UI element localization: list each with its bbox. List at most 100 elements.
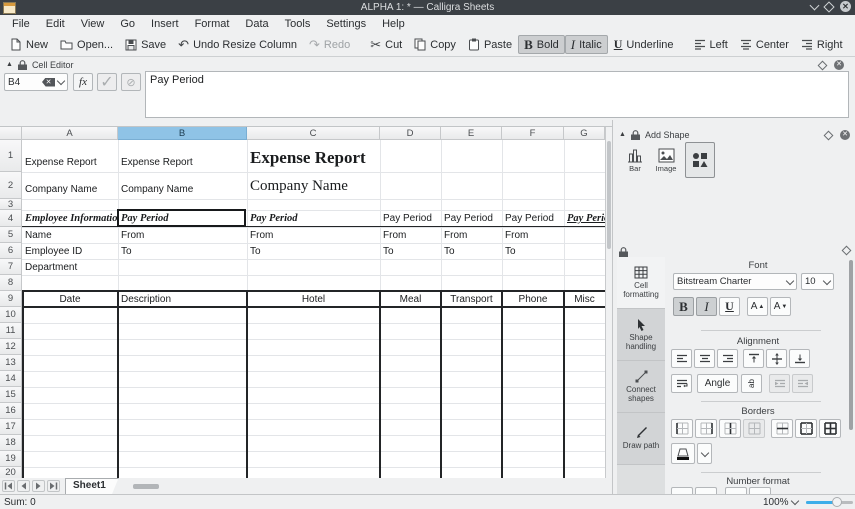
cell-B2[interactable]: Company Name [118,172,247,199]
collapse-icon[interactable]: ▲ [619,131,626,138]
row-header-8[interactable]: 8 [0,275,22,291]
number-format-button[interactable] [725,487,747,494]
add-image-button[interactable]: Image [651,144,681,176]
row-header-6[interactable]: 6 [0,243,22,259]
cell-B1[interactable]: Expense Report [118,140,247,172]
cell-E4[interactable]: Pay Period [441,210,502,227]
undo-button[interactable]: ↶ Undo Resize Column [172,35,303,54]
previous-sheet-button[interactable] [17,480,30,492]
cell-D4[interactable]: Pay Period [380,210,441,227]
menu-insert[interactable]: Insert [143,16,187,32]
row-header-7[interactable]: 7 [0,259,22,275]
row-header-3[interactable]: 3 [0,199,22,210]
font-family-combobox[interactable]: Bitstream Charter [673,273,797,290]
minimize-icon[interactable] [810,0,820,10]
copy-button[interactable]: Copy [408,35,462,54]
cell-A5[interactable]: Name [22,227,118,243]
border-left-button[interactable] [671,419,693,438]
cell-C9[interactable]: Hotel [247,291,380,307]
row-header-19[interactable]: 19 [0,451,22,467]
panel-italic-button[interactable]: I [696,297,717,316]
apply-button[interactable]: ✓ [97,73,117,91]
panel-underline-button[interactable]: U [719,297,740,316]
halign-right-button[interactable] [717,349,738,368]
cancel-button[interactable]: ⊘ [121,73,141,91]
panel-scrollbar-thumb[interactable] [849,260,853,430]
column-header-F[interactable]: F [502,127,564,140]
number-format-button[interactable] [671,487,693,494]
align-left-button[interactable]: Left [688,36,734,54]
cell-A7[interactable]: Department [22,259,118,275]
zoom-slider-handle[interactable] [832,497,842,507]
cell-C2[interactable]: Company Name [247,172,427,199]
cell-C4[interactable]: Pay Period [247,210,380,227]
angle-button[interactable]: Angle [697,374,738,393]
tab-shape-handling[interactable]: Shape handling [617,309,665,361]
column-header-A[interactable]: A [22,127,118,140]
shrink-font-button[interactable]: A▼ [770,297,791,316]
row-header-18[interactable]: 18 [0,435,22,451]
cell-C5[interactable]: From [247,227,380,243]
border-vertical-button[interactable] [719,419,741,438]
align-center-button[interactable]: Center [734,36,795,54]
border-right-button[interactable] [695,419,717,438]
menu-settings[interactable]: Settings [318,16,374,32]
menu-help[interactable]: Help [374,16,413,32]
tab-connect-shapes[interactable]: Connect shapes [617,361,665,413]
cell-C6[interactable]: To [247,243,380,259]
add-shape-header[interactable]: ▲ Add Shape ✕ [619,129,850,140]
next-sheet-button[interactable] [32,480,45,492]
number-format-button[interactable] [749,487,771,494]
tool-options-header[interactable] [619,246,850,257]
row-header-4[interactable]: 4 [0,210,22,227]
halign-center-button[interactable] [694,349,715,368]
redo-button[interactable]: ↷ Redo [303,35,356,54]
row-header-13[interactable]: 13 [0,355,22,371]
column-header-E[interactable]: E [441,127,502,140]
row-header-14[interactable]: 14 [0,371,22,387]
cell-E9[interactable]: Transport [441,291,502,307]
column-header-G[interactable]: G [564,127,605,140]
cell-editor-input[interactable]: Pay Period [145,71,849,118]
italic-button[interactable]: I Italic [565,35,608,54]
cell-A9[interactable]: Date [22,291,118,307]
cell-reference-combobox[interactable]: B4 ✕ [4,73,68,91]
menu-tools[interactable]: Tools [277,16,319,32]
cell-G9[interactable]: Misc [564,291,605,307]
cell-E5[interactable]: From [441,227,502,243]
panel-wrap-button[interactable] [671,374,692,393]
add-bar-chart-button[interactable]: Bar [621,144,649,176]
valign-bottom-button[interactable] [789,349,810,368]
cell-F9[interactable]: Phone [502,291,564,307]
float-docker-icon[interactable] [842,246,852,256]
menu-go[interactable]: Go [112,16,143,32]
bold-button[interactable]: B Bold [518,35,565,54]
row-header-16[interactable]: 16 [0,403,22,419]
row-header-1[interactable]: 1 [0,140,22,172]
row-header-5[interactable]: 5 [0,227,22,243]
float-docker-icon[interactable] [818,60,828,70]
new-button[interactable]: New [4,35,54,54]
open-button[interactable]: Open... [54,36,119,54]
cell-B6[interactable]: To [118,243,247,259]
column-header-D[interactable]: D [380,127,441,140]
valign-middle-button[interactable] [766,349,787,368]
menu-data[interactable]: Data [237,16,276,32]
vertical-text-button[interactable]: ab [741,374,762,393]
spreadsheet[interactable]: A B C D E F G 12345678910111213141516171… [0,126,612,478]
cell-F4[interactable]: Pay Period [502,210,564,227]
cell-D6[interactable]: To [380,243,441,259]
cell-F5[interactable]: From [502,227,564,243]
border-none-button[interactable] [743,419,765,438]
vertical-scrollbar[interactable] [605,127,612,478]
border-outline-button[interactable] [795,419,817,438]
row-header-10[interactable]: 10 [0,307,22,323]
row-header-20[interactable]: 20 [0,467,22,478]
save-button[interactable]: Save [119,36,172,54]
close-docker-icon[interactable]: ✕ [834,60,844,70]
cell-A4[interactable]: Employee Information [22,210,118,227]
row-header-15[interactable]: 15 [0,387,22,403]
cell-D5[interactable]: From [380,227,441,243]
cell-C1[interactable]: Expense Report [247,140,427,172]
menu-view[interactable]: View [73,16,113,32]
